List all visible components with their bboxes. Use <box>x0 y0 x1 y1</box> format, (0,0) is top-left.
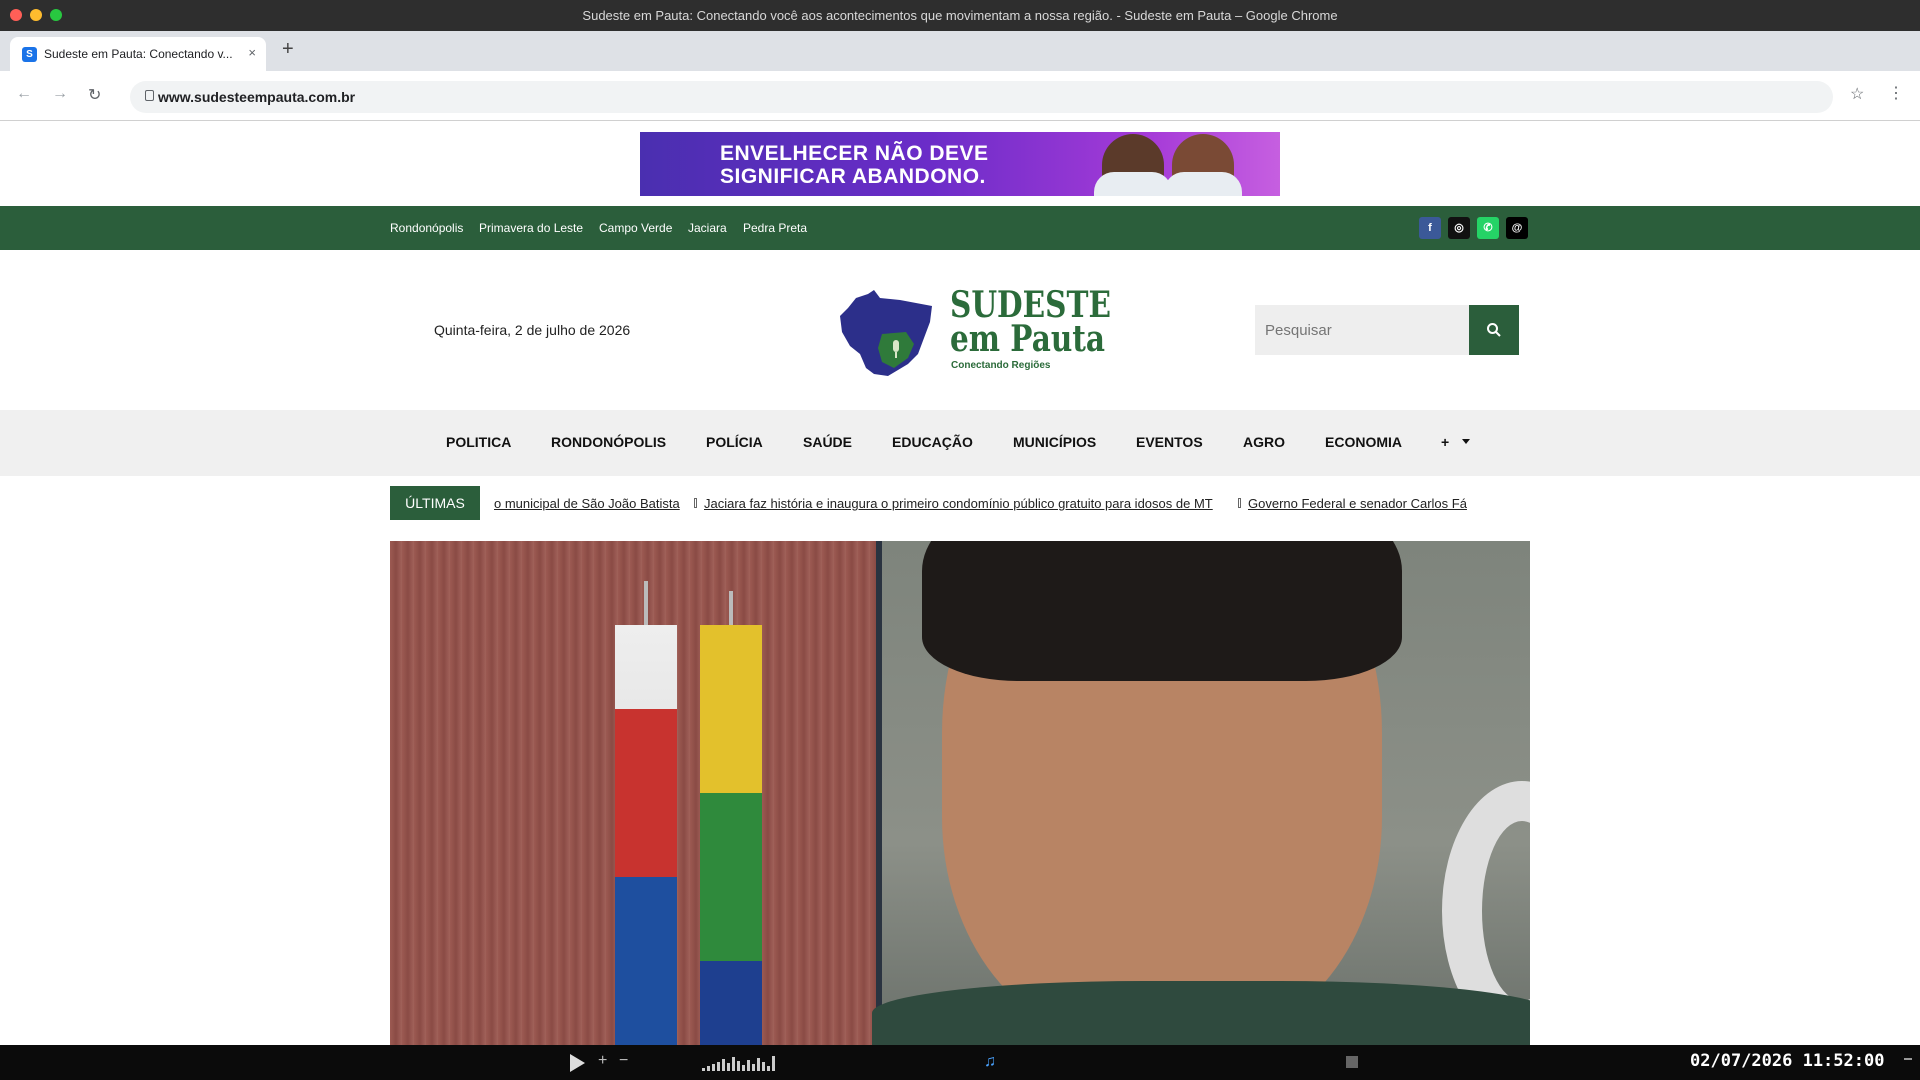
music-note-icon[interactable]: ♫ <box>984 1053 996 1071</box>
system-clock: 02/07/2026 11:52:00 <box>1690 1051 1885 1071</box>
facebook-icon[interactable]: f <box>1419 217 1441 239</box>
back-arrow-icon[interactable]: ← <box>16 85 32 103</box>
logo-line-2: em Pauta <box>950 318 1106 360</box>
tab-title: Sudeste em Pauta: Conectando v... <box>44 47 233 61</box>
ticker-news-link[interactable]: Governo Federal e senador Carlos Fá <box>1248 496 1467 511</box>
volume-up-icon[interactable]: + <box>598 1052 607 1070</box>
new-tab-button[interactable]: + <box>282 38 294 61</box>
bookmark-star-icon[interactable]: ☆ <box>1850 84 1864 104</box>
logo-line-1: SUDESTE <box>950 284 1111 326</box>
ticker-label: ÚLTIMAS <box>390 486 480 520</box>
nav-item-economia[interactable]: ECONOMIA <box>1325 434 1402 450</box>
forward-arrow-icon[interactable]: → <box>52 85 68 103</box>
city-link[interactable]: Jaciara <box>688 221 727 235</box>
ticker-news-link[interactable]: Jaciara faz história e inaugura o primei… <box>704 496 1213 511</box>
tab-strip: S Sudeste em Pauta: Conectando v... × + <box>0 31 1920 71</box>
hero-photo-flags <box>390 541 876 1045</box>
nav-item-rondonopolis[interactable]: RONDONÓPOLIS <box>551 434 666 450</box>
search-icon <box>1487 322 1501 337</box>
instagram-icon[interactable]: ◎ <box>1448 217 1470 239</box>
nav-item-saude[interactable]: SAÚDE <box>803 434 852 450</box>
site-header: Quinta-feira, 2 de julho de 2026 SUDESTE… <box>0 250 1920 410</box>
ticker-bullet-icon <box>694 498 697 508</box>
site-info-icon[interactable] <box>145 90 154 101</box>
brazil-flag <box>700 625 762 1045</box>
system-taskbar: + − ♫ 02/07/2026 11:52:00 <box>0 1045 1920 1080</box>
current-date: Quinta-feira, 2 de julho de 2026 <box>434 322 631 338</box>
window-tray-icon[interactable] <box>1346 1056 1358 1068</box>
ad-person-shirt <box>1164 172 1242 196</box>
address-bar[interactable]: www.sudesteempauta.com.br <box>130 81 1833 113</box>
ad-line-1: ENVELHECER NÃO DEVE <box>720 142 989 165</box>
ticker-news-link[interactable]: o municipal de São João Batista <box>494 496 680 511</box>
window-title-bar: Sudeste em Pauta: Conectando você aos ac… <box>0 0 1920 31</box>
browser-tab[interactable]: S Sudeste em Pauta: Conectando v... × <box>10 37 266 71</box>
search-button[interactable] <box>1469 305 1519 355</box>
latest-news-ticker: ÚLTIMAS o municipal de São João Batista … <box>390 486 1530 520</box>
browser-toolbar: ← → ↻ www.sudesteempauta.com.br ☆ ⋮ <box>0 71 1920 121</box>
ticker-bullet-icon <box>1238 498 1241 508</box>
top-city-bar: Rondonópolis Primavera do Leste Campo Ve… <box>0 206 1920 250</box>
city-link[interactable]: Pedra Preta <box>743 221 807 235</box>
search-input[interactable] <box>1255 305 1469 355</box>
address-bar-url[interactable]: www.sudesteempauta.com.br <box>158 89 355 105</box>
volume-down-icon[interactable]: − <box>619 1052 628 1070</box>
play-icon[interactable] <box>570 1054 585 1072</box>
hero-photo-portrait <box>872 541 1530 1045</box>
logo-tagline: Conectando Regiões <box>951 360 1051 371</box>
person-hair <box>922 541 1402 681</box>
chevron-down-icon[interactable] <box>1462 439 1470 444</box>
nav-item-agro[interactable]: AGRO <box>1243 434 1285 450</box>
browser-menu-icon[interactable]: ⋮ <box>1888 83 1904 103</box>
ad-banner[interactable]: ENVELHECER NÃO DEVE SIGNIFICAR ABANDONO. <box>640 132 1280 196</box>
nav-item-eventos[interactable]: EVENTOS <box>1136 434 1203 450</box>
ad-person-shirt <box>1094 172 1172 196</box>
featured-news-image[interactable] <box>390 541 1530 1045</box>
ticker-track: o municipal de São João Batista Jaciara … <box>494 486 1530 520</box>
nav-item-policia[interactable]: POLÍCIA <box>706 434 763 450</box>
city-link[interactable]: Campo Verde <box>599 221 672 235</box>
show-desktop-icon[interactable] <box>1904 1058 1912 1060</box>
city-link[interactable]: Primavera do Leste <box>479 221 583 235</box>
city-link[interactable]: Rondonópolis <box>390 221 463 235</box>
nav-item-municipios[interactable]: MUNICÍPIOS <box>1013 434 1096 450</box>
municipal-flag <box>615 625 677 1045</box>
equalizer-icon <box>702 1055 792 1071</box>
person-shirt <box>872 981 1530 1045</box>
site-logo-title[interactable]: SUDESTE em Pauta <box>950 284 1111 360</box>
nav-item-politica[interactable]: POLITICA <box>446 434 511 450</box>
window-title: Sudeste em Pauta: Conectando você aos ac… <box>582 8 1338 23</box>
site-favicon-icon: S <box>22 47 37 62</box>
ad-headline: ENVELHECER NÃO DEVE SIGNIFICAR ABANDONO. <box>720 142 989 188</box>
main-navigation: POLITICA RONDONÓPOLIS POLÍCIA SAÚDE EDUC… <box>0 410 1920 476</box>
threads-icon[interactable]: @ <box>1506 217 1528 239</box>
whatsapp-icon[interactable]: ✆ <box>1477 217 1499 239</box>
ad-line-2: SIGNIFICAR ABANDONO. <box>720 165 986 188</box>
reload-icon[interactable]: ↻ <box>88 85 101 105</box>
nav-item-more[interactable]: + <box>1441 434 1449 450</box>
mato-grosso-map-logo-icon[interactable] <box>838 288 934 378</box>
close-tab-icon[interactable]: × <box>248 45 256 60</box>
nav-item-educacao[interactable]: EDUCAÇÃO <box>892 434 973 450</box>
